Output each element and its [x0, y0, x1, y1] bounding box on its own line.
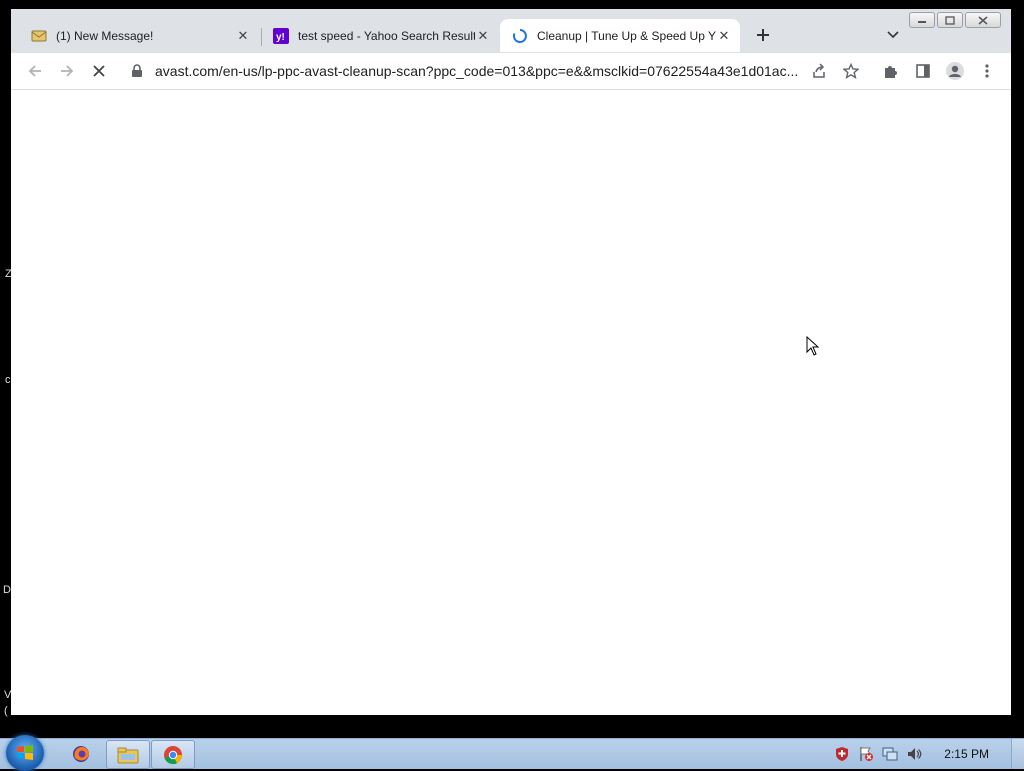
browser-window: (1) New Message! ✕ y! test speed - Yahoo…: [11, 9, 1011, 715]
arrow-right-icon: [61, 65, 74, 77]
firefox-icon: [73, 745, 89, 762]
forward-button[interactable]: [55, 59, 79, 83]
start-button[interactable]: [6, 735, 44, 771]
show-desktop-button[interactable]: [1011, 739, 1024, 769]
share-icon: [813, 63, 825, 78]
tab-title: (1) New Message!: [56, 28, 154, 43]
tab-strip: (1) New Message! ✕ y! test speed - Yahoo…: [11, 19, 1011, 53]
tab-title: test speed - Yahoo Search Results: [298, 28, 475, 43]
system-tray: 2:15 PM: [830, 739, 1024, 769]
tab-cleanup-active[interactable]: Cleanup | Tune Up & Speed Up Y ✕: [500, 19, 740, 52]
avatar-icon: [946, 62, 964, 80]
chrome-menu-button[interactable]: [975, 59, 999, 83]
mouse-cursor-icon: [806, 336, 820, 356]
bookmark-button[interactable]: [839, 59, 863, 83]
puzzle-icon: [885, 66, 897, 78]
star-icon: [843, 63, 859, 79]
chrome-icon: [164, 745, 183, 764]
address-bar[interactable]: avast.com/en-us/lp-ppc-avast-cleanup-sca…: [121, 56, 865, 86]
tab-yahoo-search[interactable]: y! test speed - Yahoo Search Results ✕: [261, 19, 499, 52]
back-button[interactable]: [23, 59, 47, 83]
page-content-blank[interactable]: [11, 90, 1011, 715]
tab-title: Cleanup | Tune Up & Speed Up Y: [537, 28, 716, 43]
arrow-left-icon: [28, 65, 41, 77]
taskbar: 2:15 PM: [0, 735, 1024, 771]
side-panel-button[interactable]: [911, 59, 935, 83]
kebab-menu-icon: [985, 64, 989, 78]
desktop-text-fragment: (: [4, 705, 8, 717]
close-tab-icon[interactable]: ✕: [716, 28, 732, 44]
volume-icon[interactable]: [905, 745, 923, 763]
stop-x-icon: [93, 65, 105, 77]
lock-icon: [129, 64, 145, 78]
network-icon[interactable]: [881, 745, 899, 763]
url-text: avast.com/en-us/lp-ppc-avast-cleanup-sca…: [155, 63, 799, 79]
taskbar-clock[interactable]: 2:15 PM: [944, 747, 989, 761]
yahoo-icon: y!: [273, 27, 289, 44]
svg-text:y!: y!: [276, 32, 285, 43]
taskbar-chrome[interactable]: [151, 740, 195, 769]
browser-toolbar: avast.com/en-us/lp-ppc-avast-cleanup-sca…: [11, 53, 1011, 90]
mail-icon: [31, 28, 47, 44]
file-explorer-icon: [117, 747, 139, 763]
chevron-down-icon: [887, 31, 899, 39]
side-panel-icon: [916, 64, 930, 78]
taskbar-file-explorer[interactable]: [106, 740, 150, 769]
close-tab-icon[interactable]: ✕: [235, 28, 251, 44]
profile-button[interactable]: [943, 59, 967, 83]
plus-icon: [757, 29, 769, 41]
new-tab-button[interactable]: [751, 23, 775, 47]
tab-new-message[interactable]: (1) New Message! ✕: [19, 19, 259, 52]
share-button[interactable]: [807, 59, 831, 83]
loading-spinner-icon: [512, 28, 528, 44]
stop-loading-button[interactable]: [87, 59, 111, 83]
tab-search-button[interactable]: [883, 25, 903, 45]
security-shield-icon[interactable]: [833, 745, 851, 763]
action-center-flag-icon[interactable]: [857, 745, 875, 763]
close-tab-icon[interactable]: ✕: [475, 28, 491, 44]
desktop-text-fragment: D: [3, 584, 11, 596]
desktop-text-fragment: c: [5, 374, 11, 386]
extensions-button[interactable]: [879, 59, 903, 83]
taskbar-firefox[interactable]: [60, 740, 102, 767]
windows-logo-icon: [17, 745, 33, 760]
